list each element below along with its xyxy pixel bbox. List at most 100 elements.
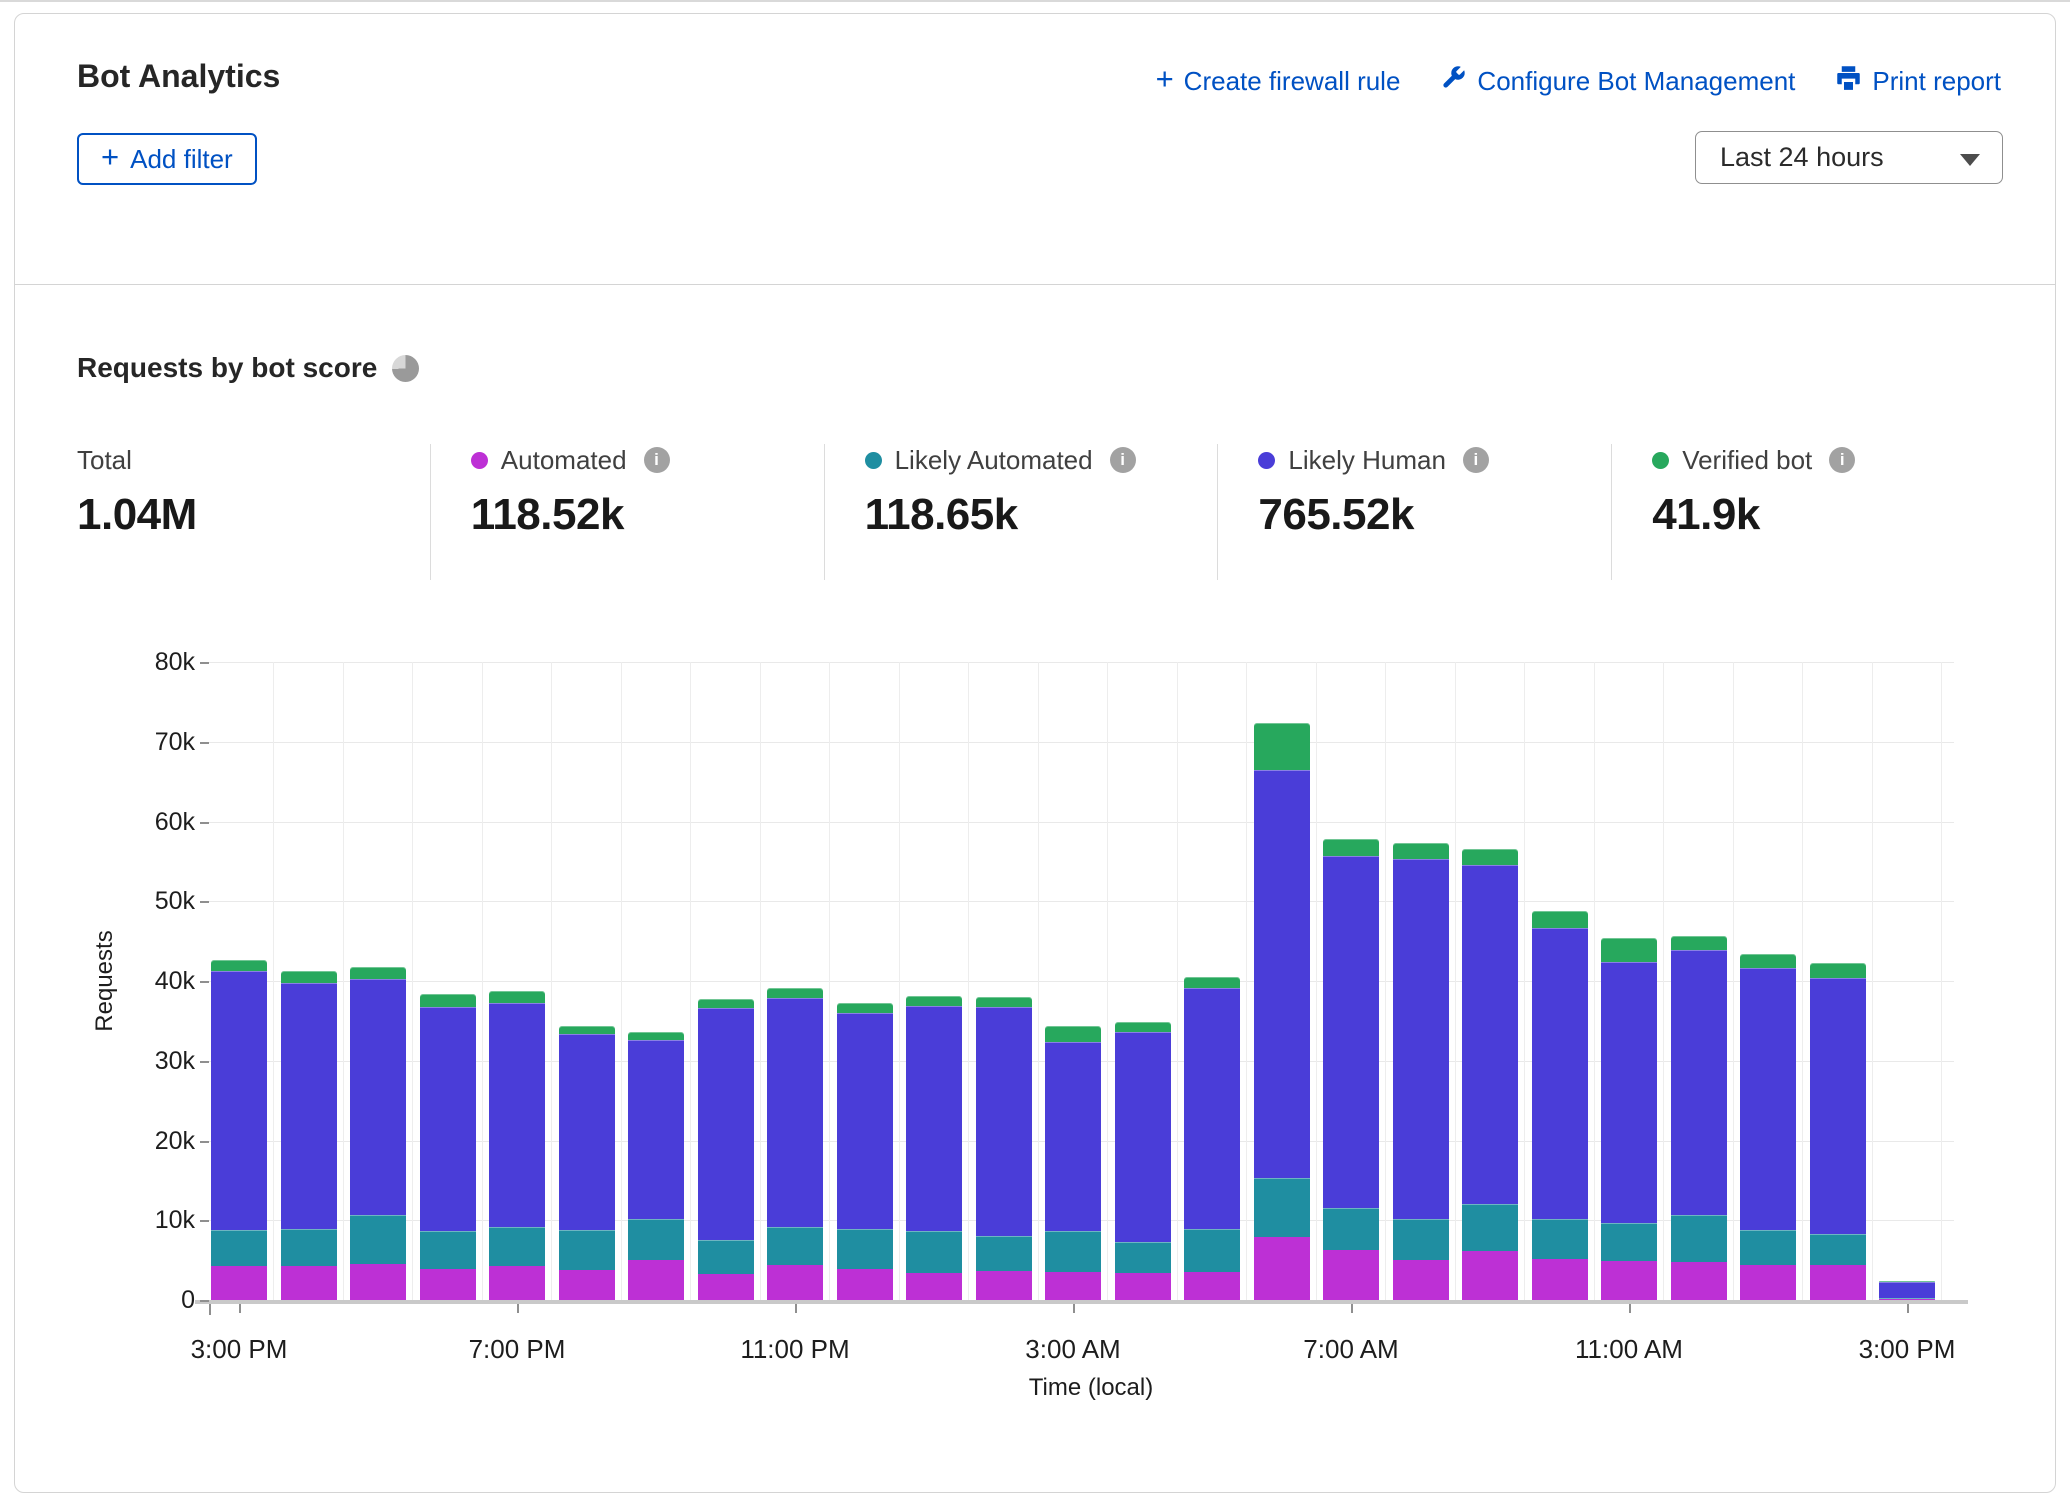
time-range-select[interactable]: Last 24 hours xyxy=(1695,131,2003,184)
bar-segment-automated[interactable] xyxy=(1462,1251,1518,1300)
bar-segment-likely-automated[interactable] xyxy=(1254,1178,1310,1237)
bar-segment-likely-human[interactable] xyxy=(628,1040,684,1219)
bar-segment-verified-bot[interactable] xyxy=(1810,963,1866,978)
bar-segment-automated[interactable] xyxy=(420,1269,476,1300)
bar-segment-verified-bot[interactable] xyxy=(1045,1026,1101,1041)
bar-segment-automated[interactable] xyxy=(1115,1273,1171,1300)
bar-segment-likely-automated[interactable] xyxy=(281,1229,337,1266)
bar-segment-automated[interactable] xyxy=(1184,1272,1240,1300)
bar-segment-verified-bot[interactable] xyxy=(559,1026,615,1035)
bar-segment-likely-automated[interactable] xyxy=(1184,1229,1240,1272)
bar-segment-automated[interactable] xyxy=(1810,1265,1866,1300)
bar-segment-verified-bot[interactable] xyxy=(1323,839,1379,856)
bar-segment-likely-human[interactable] xyxy=(350,979,406,1216)
bar-segment-automated[interactable] xyxy=(767,1265,823,1300)
bar-segment-likely-automated[interactable] xyxy=(1462,1204,1518,1251)
bar-segment-likely-automated[interactable] xyxy=(1045,1231,1101,1272)
bar-segment-likely-human[interactable] xyxy=(1045,1042,1101,1231)
bar-segment-automated[interactable] xyxy=(837,1269,893,1300)
info-icon[interactable]: i xyxy=(1829,447,1855,473)
bar-segment-likely-human[interactable] xyxy=(837,1013,893,1229)
info-icon[interactable]: i xyxy=(1463,447,1489,473)
bar-segment-likely-automated[interactable] xyxy=(559,1230,615,1270)
bar-segment-automated[interactable] xyxy=(976,1271,1032,1300)
bar-segment-likely-automated[interactable] xyxy=(976,1236,1032,1271)
bar-segment-likely-human[interactable] xyxy=(976,1007,1032,1236)
bar-segment-verified-bot[interactable] xyxy=(1115,1022,1171,1032)
bar-segment-verified-bot[interactable] xyxy=(1532,911,1588,929)
stat-verified-bot[interactable]: Verified bot i 41.9k xyxy=(1611,444,2005,580)
stat-likely-human[interactable]: Likely Human i 765.52k xyxy=(1217,444,1611,580)
bar-segment-automated[interactable] xyxy=(1532,1259,1588,1300)
bar-segment-likely-human[interactable] xyxy=(906,1006,962,1231)
bar-segment-likely-human[interactable] xyxy=(1184,988,1240,1229)
bar-segment-likely-human[interactable] xyxy=(1254,770,1310,1178)
bar-segment-automated[interactable] xyxy=(489,1266,545,1300)
bar-segment-likely-human[interactable] xyxy=(1462,865,1518,1203)
bar-segment-verified-bot[interactable] xyxy=(1671,936,1727,950)
bar-segment-likely-automated[interactable] xyxy=(767,1227,823,1265)
print-report-link[interactable]: Print report xyxy=(1835,64,2001,98)
bar-segment-likely-human[interactable] xyxy=(420,1007,476,1231)
configure-bot-management-link[interactable]: Configure Bot Management xyxy=(1440,64,1795,98)
bar-segment-likely-automated[interactable] xyxy=(420,1231,476,1268)
bar-segment-automated[interactable] xyxy=(698,1274,754,1300)
bar-segment-verified-bot[interactable] xyxy=(1254,723,1310,769)
bar-segment-likely-human[interactable] xyxy=(1323,856,1379,1208)
bar-segment-likely-automated[interactable] xyxy=(837,1229,893,1269)
bar-segment-automated[interactable] xyxy=(1671,1262,1727,1300)
bar-segment-verified-bot[interactable] xyxy=(281,971,337,983)
create-firewall-rule-link[interactable]: + Create firewall rule xyxy=(1156,66,1401,97)
bar-segment-likely-automated[interactable] xyxy=(906,1231,962,1273)
bar-segment-likely-automated[interactable] xyxy=(1532,1219,1588,1259)
bar-segment-verified-bot[interactable] xyxy=(420,994,476,1008)
stat-automated[interactable]: Automated i 118.52k xyxy=(430,444,824,580)
bar-segment-likely-human[interactable] xyxy=(1879,1282,1935,1297)
bar-segment-likely-automated[interactable] xyxy=(1601,1223,1657,1261)
bar-segment-likely-automated[interactable] xyxy=(211,1230,267,1266)
bar-segment-verified-bot[interactable] xyxy=(837,1003,893,1013)
bar-segment-likely-human[interactable] xyxy=(698,1008,754,1240)
bar-segment-likely-automated[interactable] xyxy=(1879,1298,1935,1300)
bar-segment-likely-human[interactable] xyxy=(559,1034,615,1229)
bar-segment-likely-human[interactable] xyxy=(1532,928,1588,1218)
bar-segment-verified-bot[interactable] xyxy=(1462,849,1518,865)
bar-segment-verified-bot[interactable] xyxy=(350,967,406,979)
bar-segment-automated[interactable] xyxy=(559,1270,615,1300)
bar-segment-automated[interactable] xyxy=(1601,1261,1657,1300)
info-icon[interactable]: i xyxy=(644,447,670,473)
bar-segment-likely-human[interactable] xyxy=(1740,968,1796,1230)
bar-segment-automated[interactable] xyxy=(906,1273,962,1300)
bar-segment-verified-bot[interactable] xyxy=(628,1032,684,1040)
bar-segment-automated[interactable] xyxy=(1740,1265,1796,1300)
bar-segment-likely-automated[interactable] xyxy=(628,1219,684,1260)
bar-segment-likely-automated[interactable] xyxy=(1323,1208,1379,1250)
bar-segment-verified-bot[interactable] xyxy=(976,997,1032,1007)
bar-segment-likely-human[interactable] xyxy=(281,983,337,1229)
bar-segment-likely-human[interactable] xyxy=(1115,1032,1171,1242)
bar-segment-automated[interactable] xyxy=(628,1260,684,1300)
bar-segment-likely-human[interactable] xyxy=(767,998,823,1227)
bar-segment-likely-human[interactable] xyxy=(1393,859,1449,1219)
bar-segment-likely-automated[interactable] xyxy=(350,1215,406,1264)
bar-segment-likely-human[interactable] xyxy=(1810,978,1866,1234)
info-icon[interactable]: i xyxy=(1110,447,1136,473)
bar-segment-likely-automated[interactable] xyxy=(1393,1219,1449,1260)
bar-segment-likely-automated[interactable] xyxy=(1115,1242,1171,1273)
bar-segment-verified-bot[interactable] xyxy=(906,996,962,1006)
bar-segment-automated[interactable] xyxy=(350,1264,406,1300)
stat-likely-automated[interactable]: Likely Automated i 118.65k xyxy=(824,444,1218,580)
bar-segment-likely-human[interactable] xyxy=(489,1003,545,1227)
bar-segment-automated[interactable] xyxy=(1254,1237,1310,1300)
bar-segment-verified-bot[interactable] xyxy=(489,991,545,1003)
bar-segment-verified-bot[interactable] xyxy=(211,960,267,970)
bar-segment-verified-bot[interactable] xyxy=(767,988,823,998)
bar-segment-automated[interactable] xyxy=(1045,1272,1101,1300)
bar-segment-likely-automated[interactable] xyxy=(698,1240,754,1273)
stat-total[interactable]: Total 1.04M xyxy=(77,444,430,580)
bar-segment-likely-automated[interactable] xyxy=(1740,1230,1796,1265)
bar-segment-verified-bot[interactable] xyxy=(1184,977,1240,988)
bar-segment-verified-bot[interactable] xyxy=(1740,954,1796,968)
bar-segment-verified-bot[interactable] xyxy=(1393,843,1449,859)
bar-segment-automated[interactable] xyxy=(1323,1250,1379,1300)
